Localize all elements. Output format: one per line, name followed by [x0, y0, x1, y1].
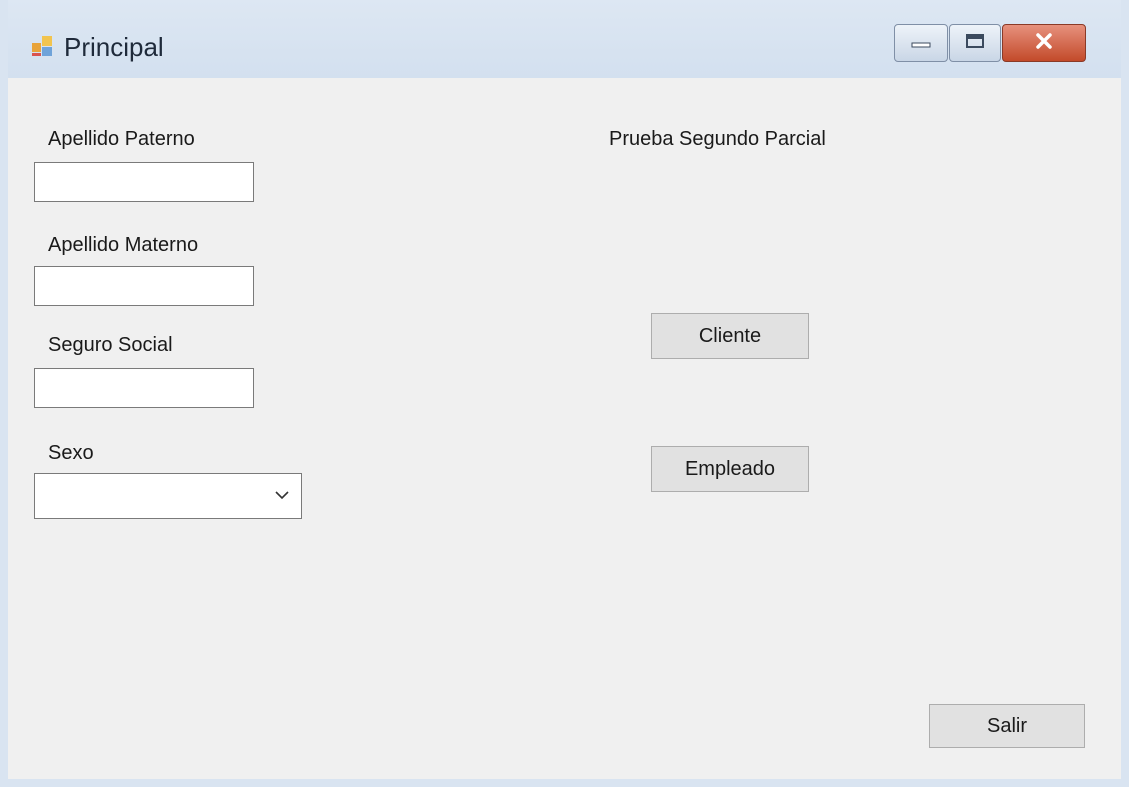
maximize-icon: [965, 33, 985, 54]
form-app-icon: [30, 34, 54, 58]
minimize-button[interactable]: [894, 24, 948, 62]
apellido-materno-label: Apellido Materno: [48, 234, 199, 256]
window-title: Principal: [64, 32, 164, 62]
minimize-icon: [910, 34, 932, 53]
sexo-label: Sexo: [48, 442, 94, 464]
form-client-area: Apellido Paterno Apellido Materno Seguro…: [8, 78, 1121, 779]
form-header-label: Prueba Segundo Parcial: [609, 128, 826, 150]
seguro-social-label: Seguro Social: [48, 334, 173, 356]
salir-button[interactable]: Salir: [929, 704, 1085, 748]
apellido-paterno-label: Apellido Paterno: [48, 128, 195, 150]
cliente-button[interactable]: Cliente: [651, 313, 809, 359]
seguro-social-input[interactable]: [34, 368, 254, 408]
empleado-button[interactable]: Empleado: [651, 446, 809, 492]
maximize-button[interactable]: [949, 24, 1001, 62]
title-bar[interactable]: Principal: [8, 0, 1121, 78]
apellido-paterno-input[interactable]: [34, 162, 254, 202]
close-button[interactable]: [1002, 24, 1086, 62]
chevron-down-icon[interactable]: [273, 486, 291, 504]
principal-window: Principal Apellido Paterno Apellido Mate…: [0, 0, 1129, 787]
apellido-materno-input[interactable]: [34, 266, 254, 306]
sexo-dropdown[interactable]: [34, 473, 302, 519]
close-icon: [1034, 32, 1054, 55]
